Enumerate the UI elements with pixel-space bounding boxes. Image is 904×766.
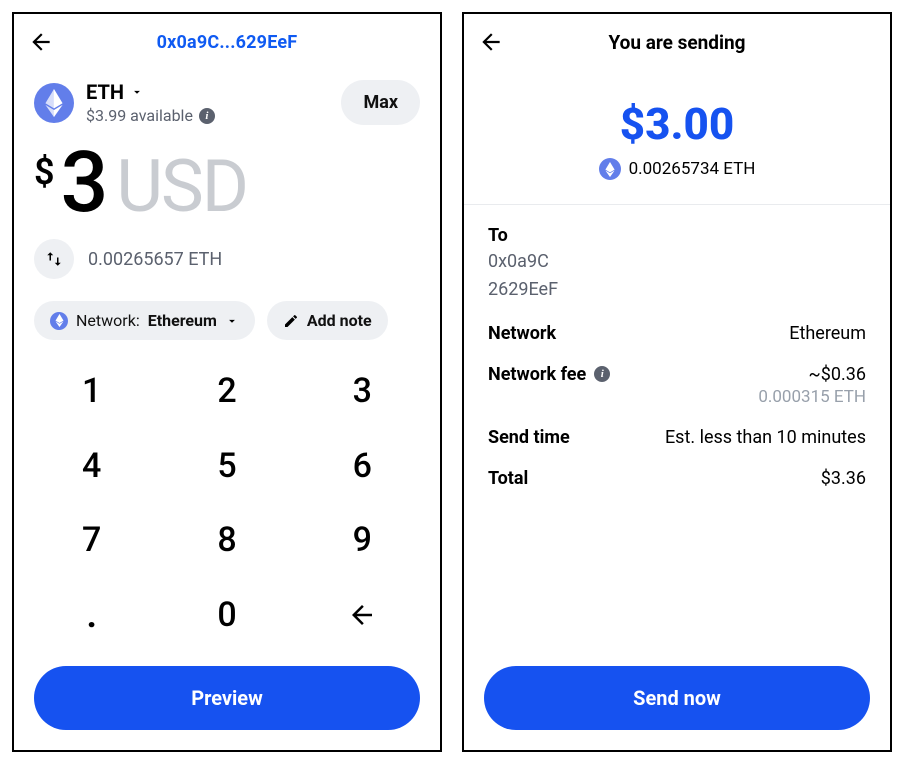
add-note-button[interactable]: Add note <box>267 301 388 340</box>
to-address-line2: 2629EeF <box>488 278 866 302</box>
network-fee-label: Network fee <box>488 364 586 385</box>
max-button[interactable]: Max <box>341 80 420 125</box>
keypad-5[interactable]: 5 <box>159 429 294 504</box>
asset-symbol: ETH <box>86 80 124 104</box>
eth-icon <box>34 83 74 123</box>
network-fee-usd: ~$0.36 <box>809 364 866 385</box>
to-row: To 0x0a9C 2629EeF <box>488 225 866 303</box>
total-label: Total <box>488 468 528 489</box>
header: You are sending <box>464 14 890 70</box>
asset-info[interactable]: ETH $3.99 available i <box>86 80 215 125</box>
amount-display: $ 3 USD <box>14 131 440 225</box>
send-amount-usd: $3.00 <box>620 98 735 150</box>
keypad-0[interactable]: 0 <box>159 578 294 653</box>
keypad-decimal[interactable]: . <box>24 578 159 653</box>
network-value: Ethereum <box>148 311 217 330</box>
keypad-backspace[interactable] <box>295 578 430 653</box>
recipient-address-short: 0x0a9C...629EeF <box>157 32 298 53</box>
keypad-1[interactable]: 1 <box>24 354 159 429</box>
network-value: Ethereum <box>789 323 866 344</box>
asset-selector-row: ETH $3.99 available i Max <box>14 70 440 131</box>
send-amount-eth: 0.00265734 ETH <box>629 159 756 179</box>
eth-icon <box>50 312 68 330</box>
total-value: $3.36 <box>821 468 866 489</box>
arrow-left-icon <box>28 29 54 55</box>
send-time-row: Send time Est. less than 10 minutes <box>488 427 866 448</box>
keypad-6[interactable]: 6 <box>295 429 430 504</box>
page-title: You are sending <box>608 31 745 54</box>
network-selector[interactable]: Network: Ethereum <box>34 301 255 340</box>
swap-icon <box>45 250 63 268</box>
converted-amount: 0.00265657 ETH <box>88 249 222 270</box>
network-fee-eth: 0.000315 ETH <box>758 387 866 407</box>
keypad-7[interactable]: 7 <box>24 503 159 578</box>
back-button[interactable] <box>478 29 504 55</box>
swap-currency-button[interactable] <box>34 239 74 279</box>
send-enter-amount-screen: 0x0a9C...629EeF ETH $3.99 available i Ma… <box>12 12 442 752</box>
options-row: Network: Ethereum Add note <box>14 293 440 350</box>
currency-symbol: $ <box>34 151 55 193</box>
send-time-label: Send time <box>488 427 570 448</box>
total-row: Total $3.36 <box>488 468 866 489</box>
to-address-line1: 0x0a9C <box>488 250 866 274</box>
keypad-9[interactable]: 9 <box>295 503 430 578</box>
transaction-details: To 0x0a9C 2629EeF Network Ethereum Netwo… <box>464 205 890 662</box>
arrow-left-icon <box>347 600 377 630</box>
to-label: To <box>488 225 866 246</box>
amount-value: 3 <box>61 141 107 225</box>
numeric-keypad: 1 2 3 4 5 6 7 8 9 . 0 <box>14 350 440 662</box>
back-button[interactable] <box>28 29 54 55</box>
keypad-3[interactable]: 3 <box>295 354 430 429</box>
header: 0x0a9C...629EeF <box>14 14 440 70</box>
eth-icon <box>599 158 621 180</box>
preview-button[interactable]: Preview <box>34 666 420 730</box>
send-confirm-screen: You are sending $3.00 0.00265734 ETH To … <box>462 12 892 752</box>
pencil-icon <box>283 313 299 329</box>
network-fee-row: Network fee i ~$0.36 0.000315 ETH <box>488 364 866 407</box>
network-row: Network Ethereum <box>488 323 866 344</box>
send-now-button[interactable]: Send now <box>484 666 870 730</box>
chevron-down-icon <box>225 314 239 328</box>
add-note-label: Add note <box>307 311 372 330</box>
conversion-row: 0.00265657 ETH <box>14 225 440 293</box>
arrow-left-icon <box>478 29 504 55</box>
keypad-4[interactable]: 4 <box>24 429 159 504</box>
chevron-down-icon <box>130 85 144 99</box>
currency-code: USD <box>116 151 247 223</box>
network-label: Network: <box>76 311 140 330</box>
info-icon[interactable]: i <box>594 366 610 382</box>
keypad-8[interactable]: 8 <box>159 503 294 578</box>
amount-summary: $3.00 0.00265734 ETH <box>464 70 890 204</box>
send-time-value: Est. less than 10 minutes <box>665 427 866 448</box>
available-balance-text: $3.99 available <box>86 106 193 125</box>
network-label: Network <box>488 323 556 344</box>
info-icon[interactable]: i <box>199 108 215 124</box>
keypad-2[interactable]: 2 <box>159 354 294 429</box>
